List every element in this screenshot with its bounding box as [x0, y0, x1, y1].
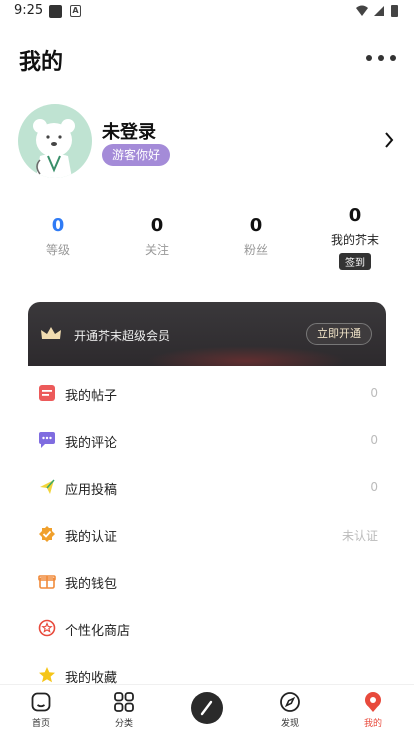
stat-following-label: 关注 — [144, 243, 169, 257]
menu-value: 未认证 — [341, 529, 378, 543]
more-options-button[interactable] — [366, 48, 396, 68]
nav-label: 首页 — [31, 719, 50, 729]
profile-section[interactable]: 未登录 游客你好 — [0, 104, 414, 184]
menu-label: 我的钱包 — [65, 577, 118, 592]
stat-coins-label: 我的芥末 — [330, 233, 379, 247]
profile-icon — [365, 692, 381, 712]
submit-icon — [40, 479, 55, 494]
menu-list: 我的帖子 0 我的评论 0 应用投稿 0 我的认证 未认证 我的钱包 个性化商店… — [28, 370, 386, 699]
menu-item-wallet[interactable]: 我的钱包 — [28, 558, 386, 605]
nav-label: 分类 — [114, 719, 133, 729]
avatar[interactable] — [18, 104, 92, 178]
notification-icon — [49, 5, 62, 18]
dot-icon — [378, 55, 384, 61]
stat-level-value: 0 — [51, 215, 65, 236]
dot-icon — [390, 55, 396, 61]
nav-discover[interactable]: 发现 — [260, 685, 320, 736]
stat-coins[interactable]: 0 我的芥末 签到 — [315, 205, 395, 270]
stat-followers-value: 0 — [249, 215, 263, 236]
menu-label: 我的评论 — [65, 436, 118, 451]
menu-item-posts[interactable]: 我的帖子 0 — [28, 370, 386, 417]
pen-icon — [200, 700, 213, 716]
comment-icon — [39, 432, 55, 448]
stat-level-label: 等级 — [45, 243, 70, 257]
menu-item-verify[interactable]: 我的认证 未认证 — [28, 511, 386, 558]
stats-row: 0 等级 0 关注 0 粉丝 0 我的芥末 签到 — [0, 205, 414, 275]
nav-label: 我的 — [363, 719, 382, 729]
menu-value: 0 — [370, 480, 378, 494]
store-icon — [38, 619, 56, 637]
home-icon — [31, 692, 51, 712]
post-icon — [39, 385, 55, 401]
notification-a-icon: A — [70, 5, 81, 17]
menu-item-submit[interactable]: 应用投稿 0 — [28, 464, 386, 511]
signal-battery-icon — [356, 5, 398, 17]
vip-open-button[interactable]: 立即开通 — [306, 323, 372, 345]
nav-profile[interactable]: 我的 — [343, 685, 403, 736]
stat-level[interactable]: 0 等级 — [18, 215, 98, 258]
nav-category[interactable]: 分类 — [94, 685, 154, 736]
crown-icon — [41, 327, 61, 339]
menu-label: 应用投稿 — [65, 483, 118, 498]
menu-item-comments[interactable]: 我的评论 0 — [28, 417, 386, 464]
stat-followers-label: 粉丝 — [243, 243, 268, 257]
favorite-icon — [39, 667, 55, 683]
discover-icon — [280, 692, 300, 712]
menu-item-store[interactable]: 个性化商店 — [28, 605, 386, 652]
stat-followers[interactable]: 0 粉丝 — [216, 215, 296, 258]
stat-following[interactable]: 0 关注 — [117, 215, 197, 258]
chevron-right-icon[interactable] — [384, 132, 394, 148]
wallet-icon — [38, 575, 56, 589]
bear-avatar-icon — [33, 119, 75, 178]
guest-badge: 游客你好 — [102, 144, 171, 166]
vip-glow — [146, 346, 346, 366]
menu-value: 0 — [370, 433, 378, 447]
menu-label: 个性化商店 — [65, 624, 131, 639]
status-bar: 9:25 A — [0, 0, 414, 24]
profile-name[interactable]: 未登录 — [102, 118, 156, 144]
status-time: 9:25 — [14, 3, 44, 18]
menu-label: 我的认证 — [65, 530, 118, 545]
dot-icon — [366, 55, 372, 61]
menu-value: 0 — [370, 386, 378, 400]
nav-home[interactable]: 首页 — [11, 685, 71, 736]
vip-banner[interactable]: 开通芥末超级会员 立即开通 — [28, 302, 386, 366]
verify-icon — [39, 526, 55, 542]
category-icon — [114, 692, 134, 712]
page-title: 我的 — [19, 50, 64, 75]
stat-coins-value: 0 — [348, 205, 362, 226]
compose-button[interactable] — [191, 692, 223, 724]
page-header: 我的 — [0, 40, 414, 80]
vip-text: 开通芥末超级会员 — [74, 329, 171, 343]
menu-label: 我的帖子 — [65, 389, 118, 404]
nav-label: 发现 — [280, 719, 299, 729]
checkin-button[interactable]: 签到 — [339, 253, 371, 270]
stat-following-value: 0 — [150, 215, 164, 236]
